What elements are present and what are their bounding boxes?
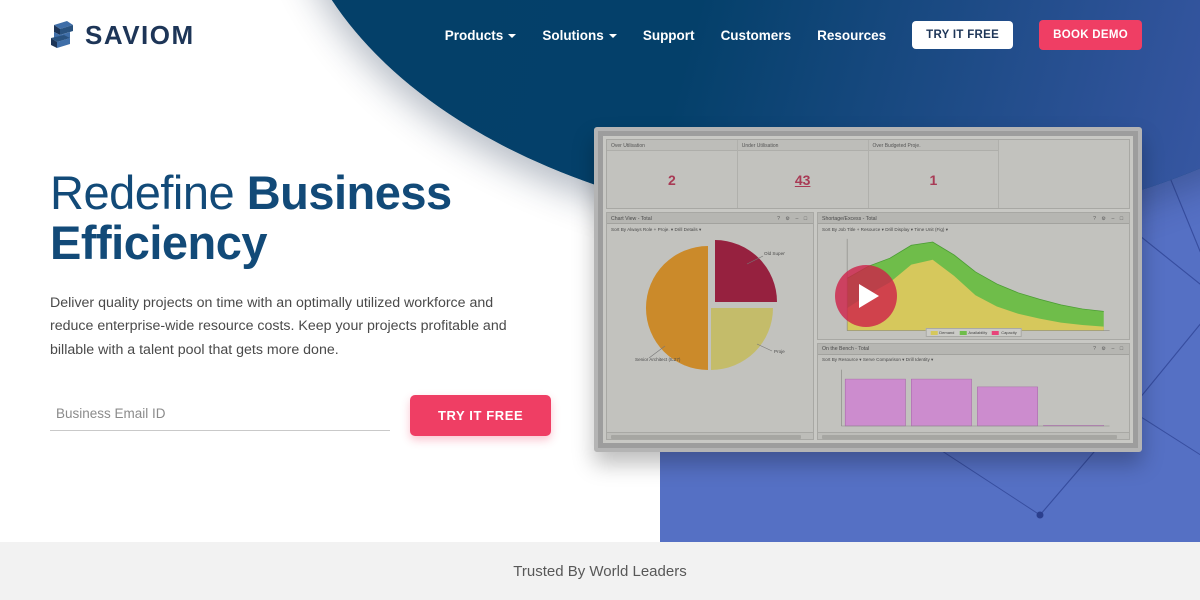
kpi-title: Over Utilisation [607,140,737,151]
trusted-by-band: Trusted By World Leaders [0,542,1200,600]
chevron-down-icon [608,34,617,38]
window-controls-icon[interactable]: ? ⚙ – □ [1093,216,1129,222]
pie-chart-svg: Old Supervisor (L4n) Project Manager (L2… [635,240,785,370]
on-the-bench-panel[interactable]: On the Bench - Total ? ⚙ – □ Sort By Res… [817,342,1130,440]
panel-toolbar[interactable]: Sort By Resource ▾ Serve Comparison ▾ Dr… [818,354,1129,365]
panel-title-text: On the Bench - Total [822,346,870,353]
kpi-card-under-utilisation[interactable]: Under Utilisation 43 [737,140,869,208]
area-chart-legend: Demand Availability Capacity [925,327,1022,337]
legend-item-capacity: Capacity [992,330,1017,335]
pie-chart: Old Supervisor (L4n) Project Manager (L2… [607,234,813,384]
panel-toolbar[interactable]: Sort By Always Role + Proje. ▾ Drill Det… [607,224,813,234]
header-try-it-free-button[interactable]: TRY IT FREE [912,21,1014,49]
panel-title-bar: On the Bench - Total ? ⚙ – □ [818,343,1129,355]
nav-item-support[interactable]: Support [643,28,695,43]
main-navigation: Products Solutions Support Customers Res… [445,20,1200,50]
chevron-down-icon [508,34,517,38]
nav-item-products[interactable]: Products [445,28,517,43]
nav-item-solutions-label: Solutions [542,27,604,43]
hero-try-it-free-button[interactable]: TRY IT FREE [410,395,552,437]
kpi-card-spacer [999,140,1129,208]
panel-title-bar: Shortage/Excess - Total ? ⚙ – □ [818,213,1129,224]
play-button[interactable] [835,265,897,327]
window-controls-icon[interactable]: ? ⚙ – □ [1093,346,1129,352]
pie-label-2: Project Manager (L21) [774,349,785,354]
panel-horizontal-scrollbar[interactable] [818,432,1129,439]
brand-name: SAVIOM [85,19,195,50]
panel-toolbar[interactable]: Sort By Job Title + Resource ▾ Drill Dis… [818,224,1129,234]
hero-subtext: Deliver quality projects on time with an… [50,294,507,359]
hero-signup-form: TRY IT FREE [50,395,590,437]
bar-chart-svg [840,369,1110,426]
kpi-value: 1 [929,171,938,188]
panel-title-bar: Chart View - Total ? ⚙ – □ [607,213,813,224]
legend-item-demand: Demand [930,330,954,335]
header-book-demo-button[interactable]: BOOK DEMO [1039,20,1142,50]
pie-label-1: Senior Architect (IL27) [635,357,681,362]
kpi-value: 43 [794,171,811,188]
nav-item-products-label: Products [444,27,504,43]
kpi-card-over-utilisation[interactable]: Over Utilisation 2 [607,140,738,208]
nav-item-resources[interactable]: Resources [817,28,886,43]
kpi-title: Under Utilisation [737,140,868,151]
page-title: Redefine Business Efficiency [50,168,590,268]
nav-item-customers[interactable]: Customers [721,28,792,43]
chart-view-panel[interactable]: Chart View - Total ? ⚙ – □ Sort By Alway… [606,212,814,440]
trusted-by-text: Trusted By World Leaders [513,562,687,580]
kpi-title: Over Budgeted Proje. [868,140,999,151]
panel-title-text: Chart View - Total [611,215,652,222]
panel-horizontal-scrollbar[interactable] [607,432,813,439]
kpi-value: 2 [667,171,676,188]
panel-title-text: Shortage/Excess - Total [822,215,877,222]
saviom-s-logo-icon [51,21,73,48]
hero-section: Redefine Business Efficiency Deliver qua… [50,168,590,437]
brand-logo[interactable]: SAVIOM [48,19,195,51]
pie-label-0: Old Supervisor (L4n) [764,251,785,256]
business-email-input[interactable] [50,400,390,432]
kpi-card-over-budgeted-projects[interactable]: Over Budgeted Proje. 1 [868,140,1000,208]
headline-light-part: Redefine [50,166,247,219]
nav-item-solutions[interactable]: Solutions [542,28,617,43]
site-header: SAVIOM Products Solutions Support Custom… [0,0,1200,70]
kpi-card-row: Over Utilisation 2 Under Utilisation 43 … [606,139,1130,209]
legend-item-availability: Availability [959,330,987,335]
window-controls-icon[interactable]: ? ⚙ – □ [777,216,813,222]
bar-chart [818,365,1129,439]
play-triangle-icon [858,284,879,308]
